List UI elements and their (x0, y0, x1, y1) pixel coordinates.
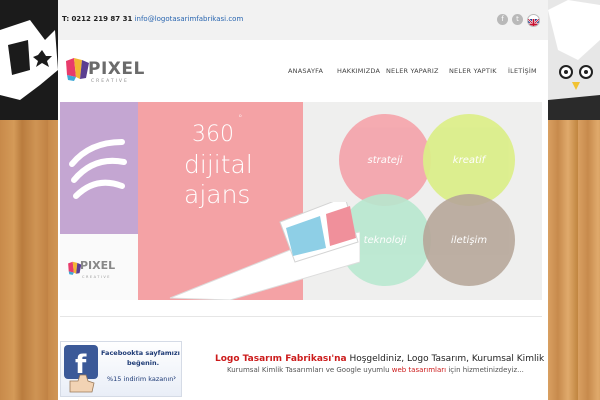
section-divider (60, 316, 542, 317)
site-header: PIXEL CREATIVE ANASAYFA HAKKIMIZDA NELER… (58, 40, 548, 102)
circle-strategy: strateji (339, 114, 431, 206)
mini-logo-wordmark: PIXEL (80, 259, 116, 272)
nav-item-about[interactable]: HAKKIMIZDA (337, 67, 380, 75)
slider-panel-logo: PIXEL CREATIVE (60, 234, 138, 300)
fb-promo-line3: %15 indirim kazanın (107, 375, 174, 383)
subtext-before: Kurumsal Kimlik Tasarımları ve Google uy… (227, 366, 392, 374)
circle-communication-label: iletişim (450, 234, 488, 246)
3d-glasses-icon (169, 202, 360, 300)
nav-item-contact[interactable]: İLETİŞİM (508, 67, 537, 75)
slogan-degree: 360 (192, 122, 234, 147)
circle-creative-label: kreatif (452, 154, 486, 166)
welcome-brand: Logo Tasarım Fabrikası'na (215, 354, 347, 364)
logo-tagline: CREATIVE (91, 79, 129, 84)
nav-item-services[interactable]: NELER YAPARIZ (386, 67, 439, 75)
site-logo[interactable]: PIXEL CREATIVE (64, 53, 144, 89)
subtext-after: için hizmetinizdeyiz... (446, 366, 524, 374)
circle-strategy-label: strateji (367, 154, 403, 166)
facebook-promo-banner[interactable]: f Facebookta sayfamızı beğenin. %15 indi… (60, 341, 182, 397)
welcome-text: Hoşgeldiniz, Logo Tasarım, Kurumsal Kiml… (346, 354, 545, 364)
circle-creative: kreatif (423, 114, 515, 206)
graffiti-right-art (548, 0, 600, 125)
facebook-thumb-icon: f (64, 345, 98, 393)
logo-wordmark: PIXEL (88, 59, 145, 79)
uk-flag-icon[interactable] (527, 14, 540, 27)
background-wood-edge (548, 120, 600, 400)
graffiti-left-art (0, 20, 58, 100)
chevron-right-icon: › (173, 373, 177, 382)
fb-promo-line2: beğenin. (127, 359, 160, 367)
welcome-heading: Logo Tasarım Fabrikası'na Hoşgeldiniz, L… (215, 354, 544, 364)
twitter-icon[interactable]: t (512, 14, 523, 25)
contact-info: T: 0212 219 87 31 info@logotasarimfabrik… (62, 15, 243, 23)
slider-panel-purple (60, 102, 138, 234)
phone-number: 0212 219 87 31 (71, 15, 133, 23)
phone-label: T: (62, 15, 70, 23)
swirl-icon (69, 139, 127, 199)
fb-promo-line1: Facebookta sayfamızı (101, 349, 180, 357)
top-bar: T: 0212 219 87 31 info@logotasarimfabrik… (58, 0, 548, 41)
circle-communication: iletişim (423, 194, 515, 286)
hero-slider[interactable]: PIXEL CREATIVE 360 ° dijital ajans strat… (60, 102, 542, 300)
web-design-link[interactable]: web tasarımları (392, 366, 446, 374)
mini-logo-tagline: CREATIVE (82, 275, 111, 279)
facebook-icon[interactable]: f (497, 14, 508, 25)
circle-technology-label: teknoloji (363, 234, 407, 246)
welcome-subtext: Kurumsal Kimlik Tasarımları ve Google uy… (227, 366, 524, 374)
page-container: T: 0212 219 87 31 info@logotasarimfabrik… (58, 0, 548, 400)
nav-item-home[interactable]: ANASAYFA (288, 67, 323, 75)
slogan-line2: dijital (184, 150, 253, 179)
slogan-degree-mark: ° (238, 114, 243, 124)
nav-item-portfolio[interactable]: NELER YAPTIK (449, 67, 497, 75)
email-link[interactable]: info@logotasarimfabrikasi.com (135, 15, 244, 23)
